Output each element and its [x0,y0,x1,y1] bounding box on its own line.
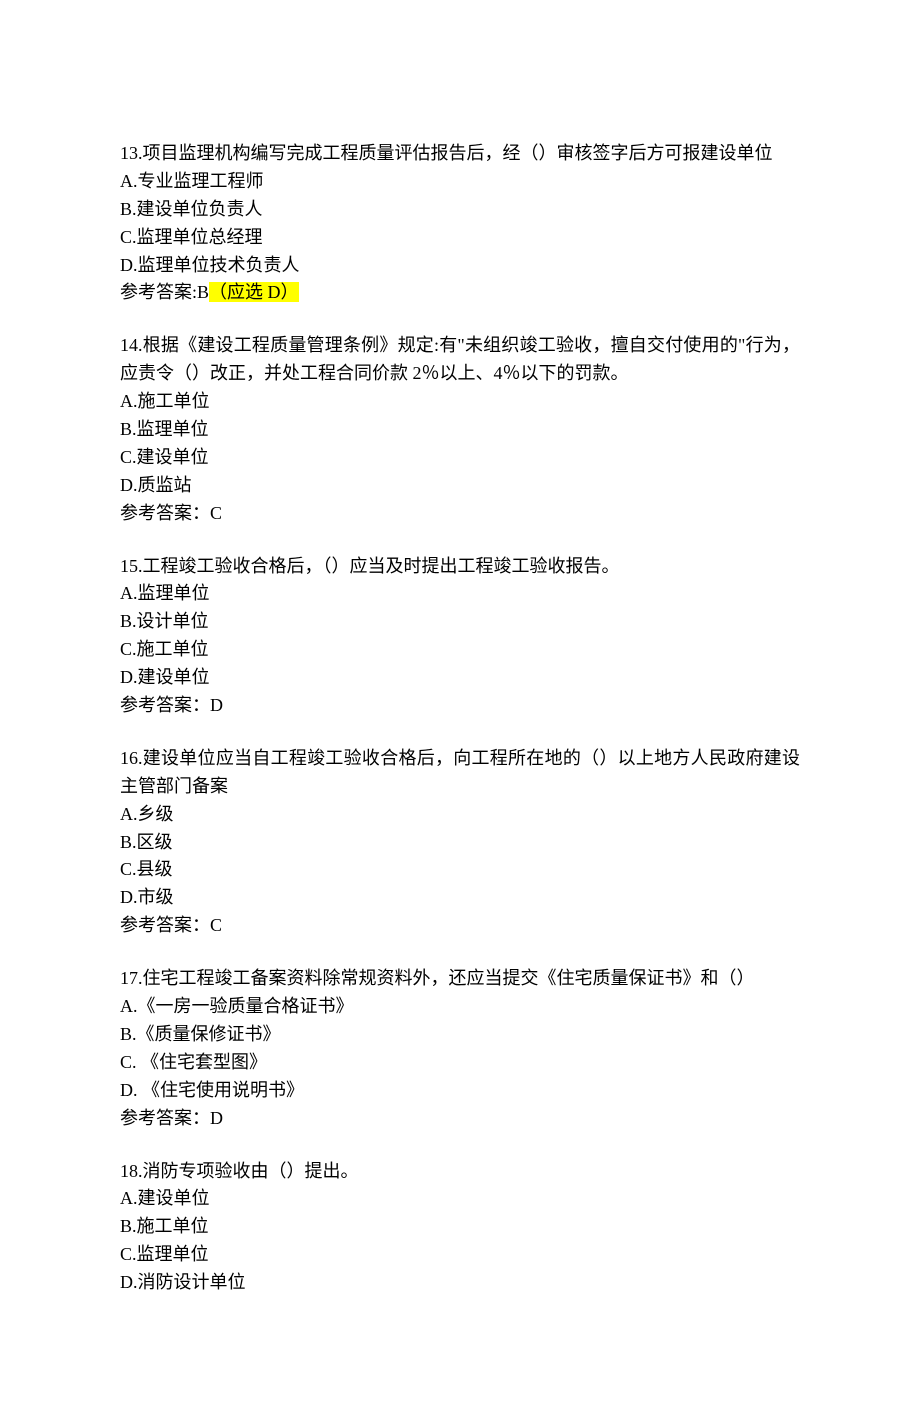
question-text: 18.消防专项验收由（）提出。 [120,1158,800,1186]
question-option: D.市级 [120,884,800,912]
question-option: A.专业监理工程师 [120,168,800,196]
question-option: D.监理单位技术负责人 [120,252,800,280]
question-option: C.监理单位总经理 [120,224,800,252]
question-block: 14.根据《建设工程质量管理条例》规定:有"未组织竣工验收，擅自交付使用的"行为… [120,332,800,527]
reference-answer: 参考答案：D [120,692,800,720]
reference-answer: 参考答案：D [120,1105,800,1133]
question-option: D.消防设计单位 [120,1269,800,1297]
question-block: 13.项目监理机构编写完成工程质量评估报告后，经（）审核签字后方可报建设单位A.… [120,140,800,307]
answer-prefix: 参考答案：D [120,1108,223,1128]
question-option: B.设计单位 [120,608,800,636]
answer-prefix: 参考答案：C [120,915,222,935]
reference-answer: 参考答案：C [120,500,800,528]
question-option: C.县级 [120,856,800,884]
question-option: A.《一房一验质量合格证书》 [120,993,800,1021]
question-option: B.施工单位 [120,1213,800,1241]
question-block: 15.工程竣工验收合格后，（）应当及时提出工程竣工验收报告。A.监理单位B.设计… [120,553,800,720]
question-block: 16.建设单位应当自工程竣工验收合格后，向工程所在地的（）以上地方人民政府建设主… [120,745,800,940]
question-option: D. 《住宅使用说明书》 [120,1077,800,1105]
question-text: 13.项目监理机构编写完成工程质量评估报告后，经（）审核签字后方可报建设单位 [120,140,800,168]
question-option: B.《质量保修证书》 [120,1021,800,1049]
question-option: A.监理单位 [120,580,800,608]
reference-answer: 参考答案：C [120,912,800,940]
question-option: A.建设单位 [120,1185,800,1213]
question-text: 15.工程竣工验收合格后，（）应当及时提出工程竣工验收报告。 [120,553,800,581]
question-text: 14.根据《建设工程质量管理条例》规定:有"未组织竣工验收，擅自交付使用的"行为… [120,332,800,388]
question-option: B.监理单位 [120,416,800,444]
answer-prefix: 参考答案：C [120,503,222,523]
answer-correction-highlight: （应选 D） [209,282,299,302]
question-block: 17.住宅工程竣工备案资料除常规资料外，还应当提交《住宅质量保证书》和（）A.《… [120,965,800,1132]
question-option: C. 《住宅套型图》 [120,1049,800,1077]
question-option: B.建设单位负责人 [120,196,800,224]
answer-prefix: 参考答案:B [120,282,209,302]
question-option: A.乡级 [120,801,800,829]
question-option: C.建设单位 [120,444,800,472]
reference-answer: 参考答案:B（应选 D） [120,279,800,307]
question-option: A.施工单位 [120,388,800,416]
question-option: D.质监站 [120,472,800,500]
question-block: 18.消防专项验收由（）提出。A.建设单位B.施工单位C.监理单位D.消防设计单… [120,1158,800,1297]
answer-prefix: 参考答案：D [120,695,223,715]
question-option: B.区级 [120,829,800,857]
question-option: D.建设单位 [120,664,800,692]
question-option: C.监理单位 [120,1241,800,1269]
question-text: 17.住宅工程竣工备案资料除常规资料外，还应当提交《住宅质量保证书》和（） [120,965,800,993]
question-option: C.施工单位 [120,636,800,664]
question-text: 16.建设单位应当自工程竣工验收合格后，向工程所在地的（）以上地方人民政府建设主… [120,745,800,801]
